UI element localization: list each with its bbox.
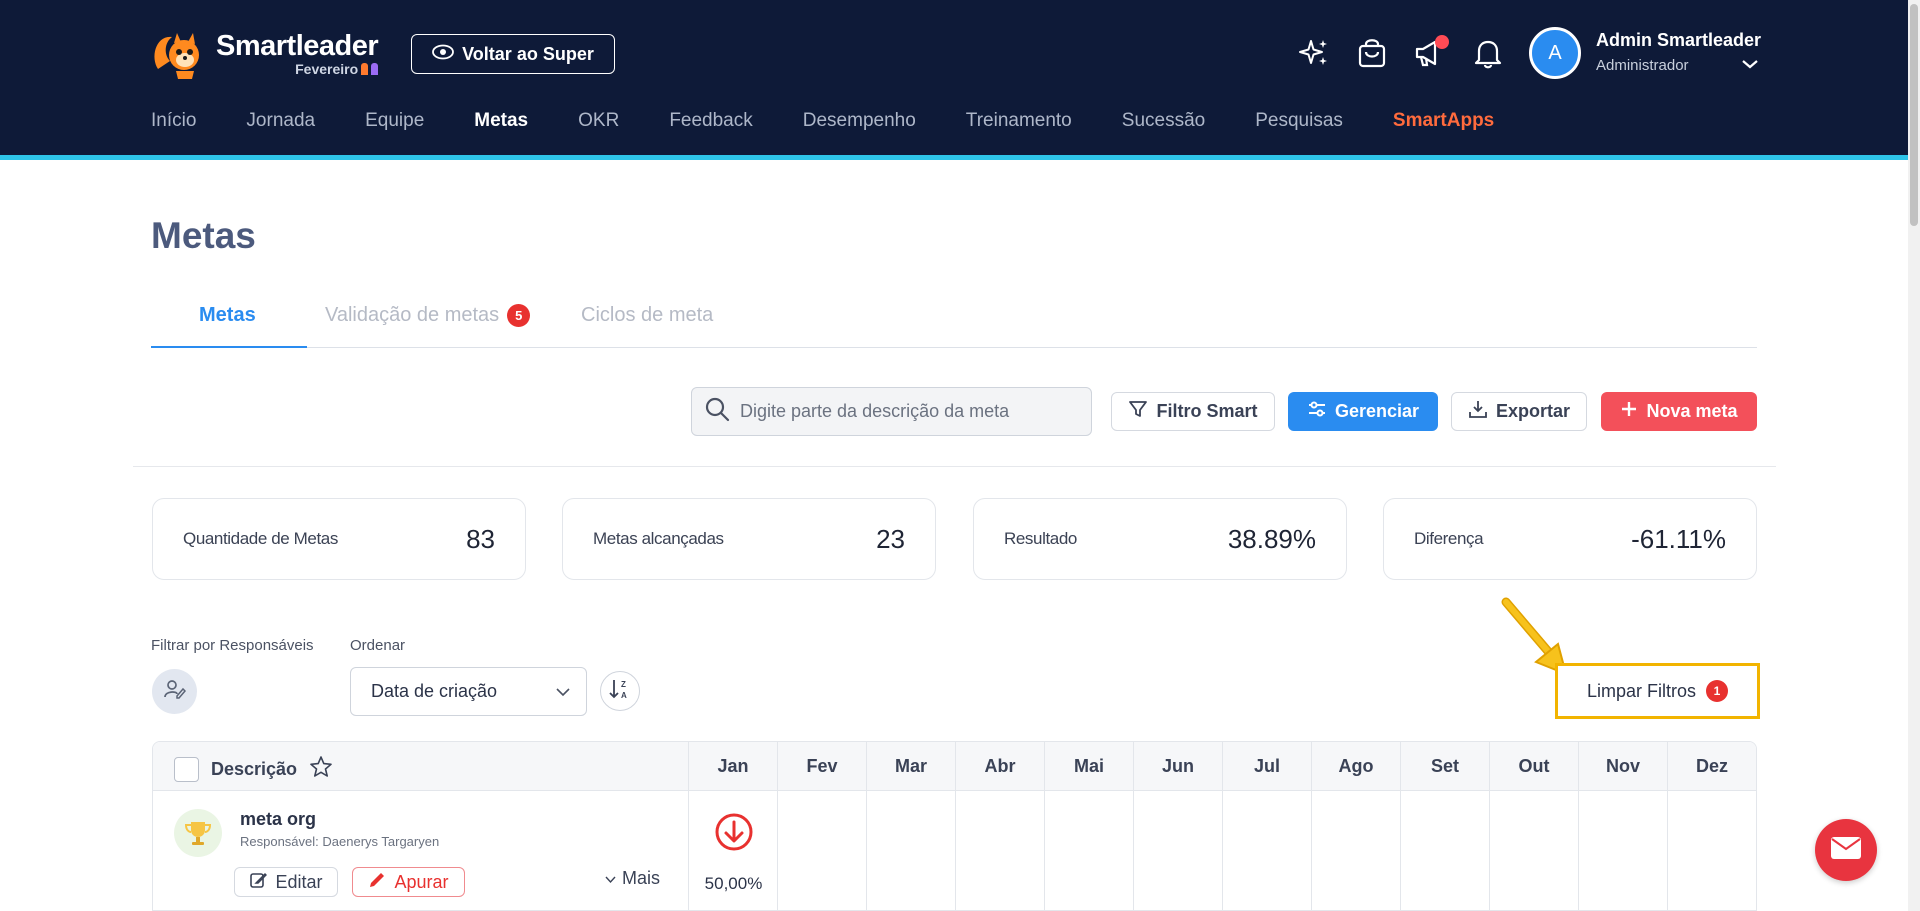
tab-ciclos-de-meta[interactable]: Ciclos de meta: [581, 304, 713, 327]
search-icon: [704, 396, 730, 427]
nav-pesquisas[interactable]: Pesquisas: [1255, 110, 1343, 132]
chevron-down-icon: [605, 868, 616, 889]
user-avatar[interactable]: A: [1529, 27, 1581, 79]
goal-title[interactable]: meta org: [240, 809, 316, 830]
download-icon: [1468, 399, 1488, 424]
apurar-goal-button[interactable]: Apurar: [352, 867, 465, 897]
star-icon[interactable]: [309, 755, 333, 784]
nav-jornada[interactable]: Jornada: [246, 110, 315, 132]
nav-okr[interactable]: OKR: [578, 110, 619, 132]
notification-dot: [1435, 35, 1449, 49]
month-column-dez: Dez: [1667, 742, 1756, 910]
nav-feedback[interactable]: Feedback: [669, 110, 752, 132]
new-goal-button[interactable]: Nova meta: [1601, 392, 1757, 431]
goal-responsible: Responsável: Daenerys Targaryen: [240, 834, 440, 849]
select-all-checkbox[interactable]: [174, 757, 199, 782]
user-edit-icon: [163, 678, 186, 705]
scrollbar-thumb[interactable]: [1910, 4, 1918, 226]
header-accent-line: [0, 155, 1908, 160]
orange-ribbon-icon: [361, 63, 369, 75]
responsaveis-filter-label: Filtrar por Responsáveis: [151, 637, 314, 654]
nav-metas[interactable]: Metas: [474, 110, 528, 132]
nav-sucessao[interactable]: Sucessão: [1122, 110, 1205, 132]
month-column-fev: Fev: [777, 742, 866, 910]
month-column-abr: Abr: [955, 742, 1044, 910]
plus-icon: [1620, 400, 1638, 423]
back-to-super-button[interactable]: Voltar ao Super: [411, 34, 615, 74]
stat-card-alcancadas: Metas alcançadas 23: [562, 498, 936, 580]
stat-card-quantidade: Quantidade de Metas 83: [152, 498, 526, 580]
smart-filter-button[interactable]: Filtro Smart: [1111, 392, 1275, 431]
svg-text:A: A: [621, 691, 627, 700]
sort-direction-button[interactable]: ZA: [600, 671, 640, 711]
tab-metas[interactable]: Metas: [199, 304, 256, 327]
month-column-mai: Mai: [1044, 742, 1133, 910]
chevron-down-icon: [556, 681, 570, 702]
brand-logo[interactable]: Smartleader Fevereiro: [150, 24, 379, 84]
active-tab-indicator: [151, 346, 307, 348]
export-button[interactable]: Exportar: [1451, 392, 1587, 431]
pencil-icon: [368, 871, 386, 894]
brand-subtitle: Fevereiro: [295, 61, 379, 77]
nav-smartapps[interactable]: SmartApps: [1393, 110, 1494, 132]
nav-treinamento[interactable]: Treinamento: [966, 110, 1072, 132]
trophy-icon: [174, 809, 222, 857]
month-column-ago: Ago: [1311, 742, 1400, 910]
bell-icon[interactable]: [1471, 36, 1505, 70]
down-arrow-circle-icon[interactable]: [690, 812, 777, 857]
validation-count-badge: 5: [507, 304, 531, 328]
order-select[interactable]: Data de criação: [350, 667, 587, 716]
month-column-out: Out: [1489, 742, 1578, 910]
month-column-mar: Mar: [866, 742, 955, 910]
contact-button[interactable]: [1815, 819, 1877, 881]
order-label: Ordenar: [350, 637, 406, 654]
brand-name: Smartleader: [216, 30, 379, 62]
month-column-set: Set: [1400, 742, 1489, 910]
sparkles-icon[interactable]: [1297, 36, 1331, 70]
user-role: Administrador: [1596, 57, 1689, 74]
search-box[interactable]: [691, 387, 1092, 436]
goals-table: Descrição Jan Fev Mar Abr Mai Jun Jul Ag…: [152, 741, 1757, 911]
purple-ribbon-icon: [371, 63, 379, 75]
eye-icon: [432, 44, 455, 65]
megaphone-icon[interactable]: [1413, 35, 1449, 70]
filter-responsible-button[interactable]: [152, 669, 197, 714]
nav-desempenho[interactable]: Desempenho: [803, 110, 916, 132]
clear-filters-button[interactable]: Limpar Filtros 1: [1555, 663, 1760, 719]
page-title: Metas: [151, 215, 256, 256]
stat-card-diferenca: Diferença -61.11%: [1383, 498, 1757, 580]
manage-button[interactable]: Gerenciar: [1288, 392, 1438, 431]
squirrel-logo-icon: [150, 29, 210, 79]
edit-goal-button[interactable]: Editar: [234, 867, 338, 897]
toolbar-divider: [133, 466, 1776, 467]
svg-text:Z: Z: [621, 680, 626, 689]
sort-az-icon: ZA: [608, 677, 632, 706]
month-column-nov: Nov: [1578, 742, 1667, 910]
month-column-jun: Jun: [1133, 742, 1222, 910]
description-header: Descrição: [211, 759, 298, 779]
tabs: Metas Validação de metas 5 Ciclos de meta: [151, 296, 1757, 348]
more-toggle[interactable]: Mais: [605, 868, 660, 889]
filter-icon: [1128, 399, 1148, 424]
edit-icon: [249, 871, 268, 894]
filters-count-badge: 1: [1706, 680, 1729, 702]
sliders-icon: [1307, 400, 1327, 423]
shopping-bag-icon[interactable]: [1355, 36, 1389, 70]
tab-validacao-de-metas[interactable]: Validação de metas 5: [325, 304, 531, 328]
nav-equipe[interactable]: Equipe: [365, 110, 424, 132]
search-input[interactable]: [740, 401, 1070, 422]
back-to-super-label: Voltar ao Super: [462, 43, 594, 64]
month-column-jul: Jul: [1222, 742, 1311, 910]
mail-icon: [1830, 836, 1862, 865]
main-nav: Início Jornada Equipe Metas OKR Feedback…: [151, 110, 1544, 132]
nav-inicio[interactable]: Início: [151, 110, 196, 132]
stat-card-resultado: Resultado 38.89%: [973, 498, 1347, 580]
jan-result-value: 50,00%: [704, 874, 763, 893]
user-name[interactable]: Admin Smartleader: [1596, 30, 1761, 51]
chevron-down-icon[interactable]: [1741, 57, 1759, 75]
